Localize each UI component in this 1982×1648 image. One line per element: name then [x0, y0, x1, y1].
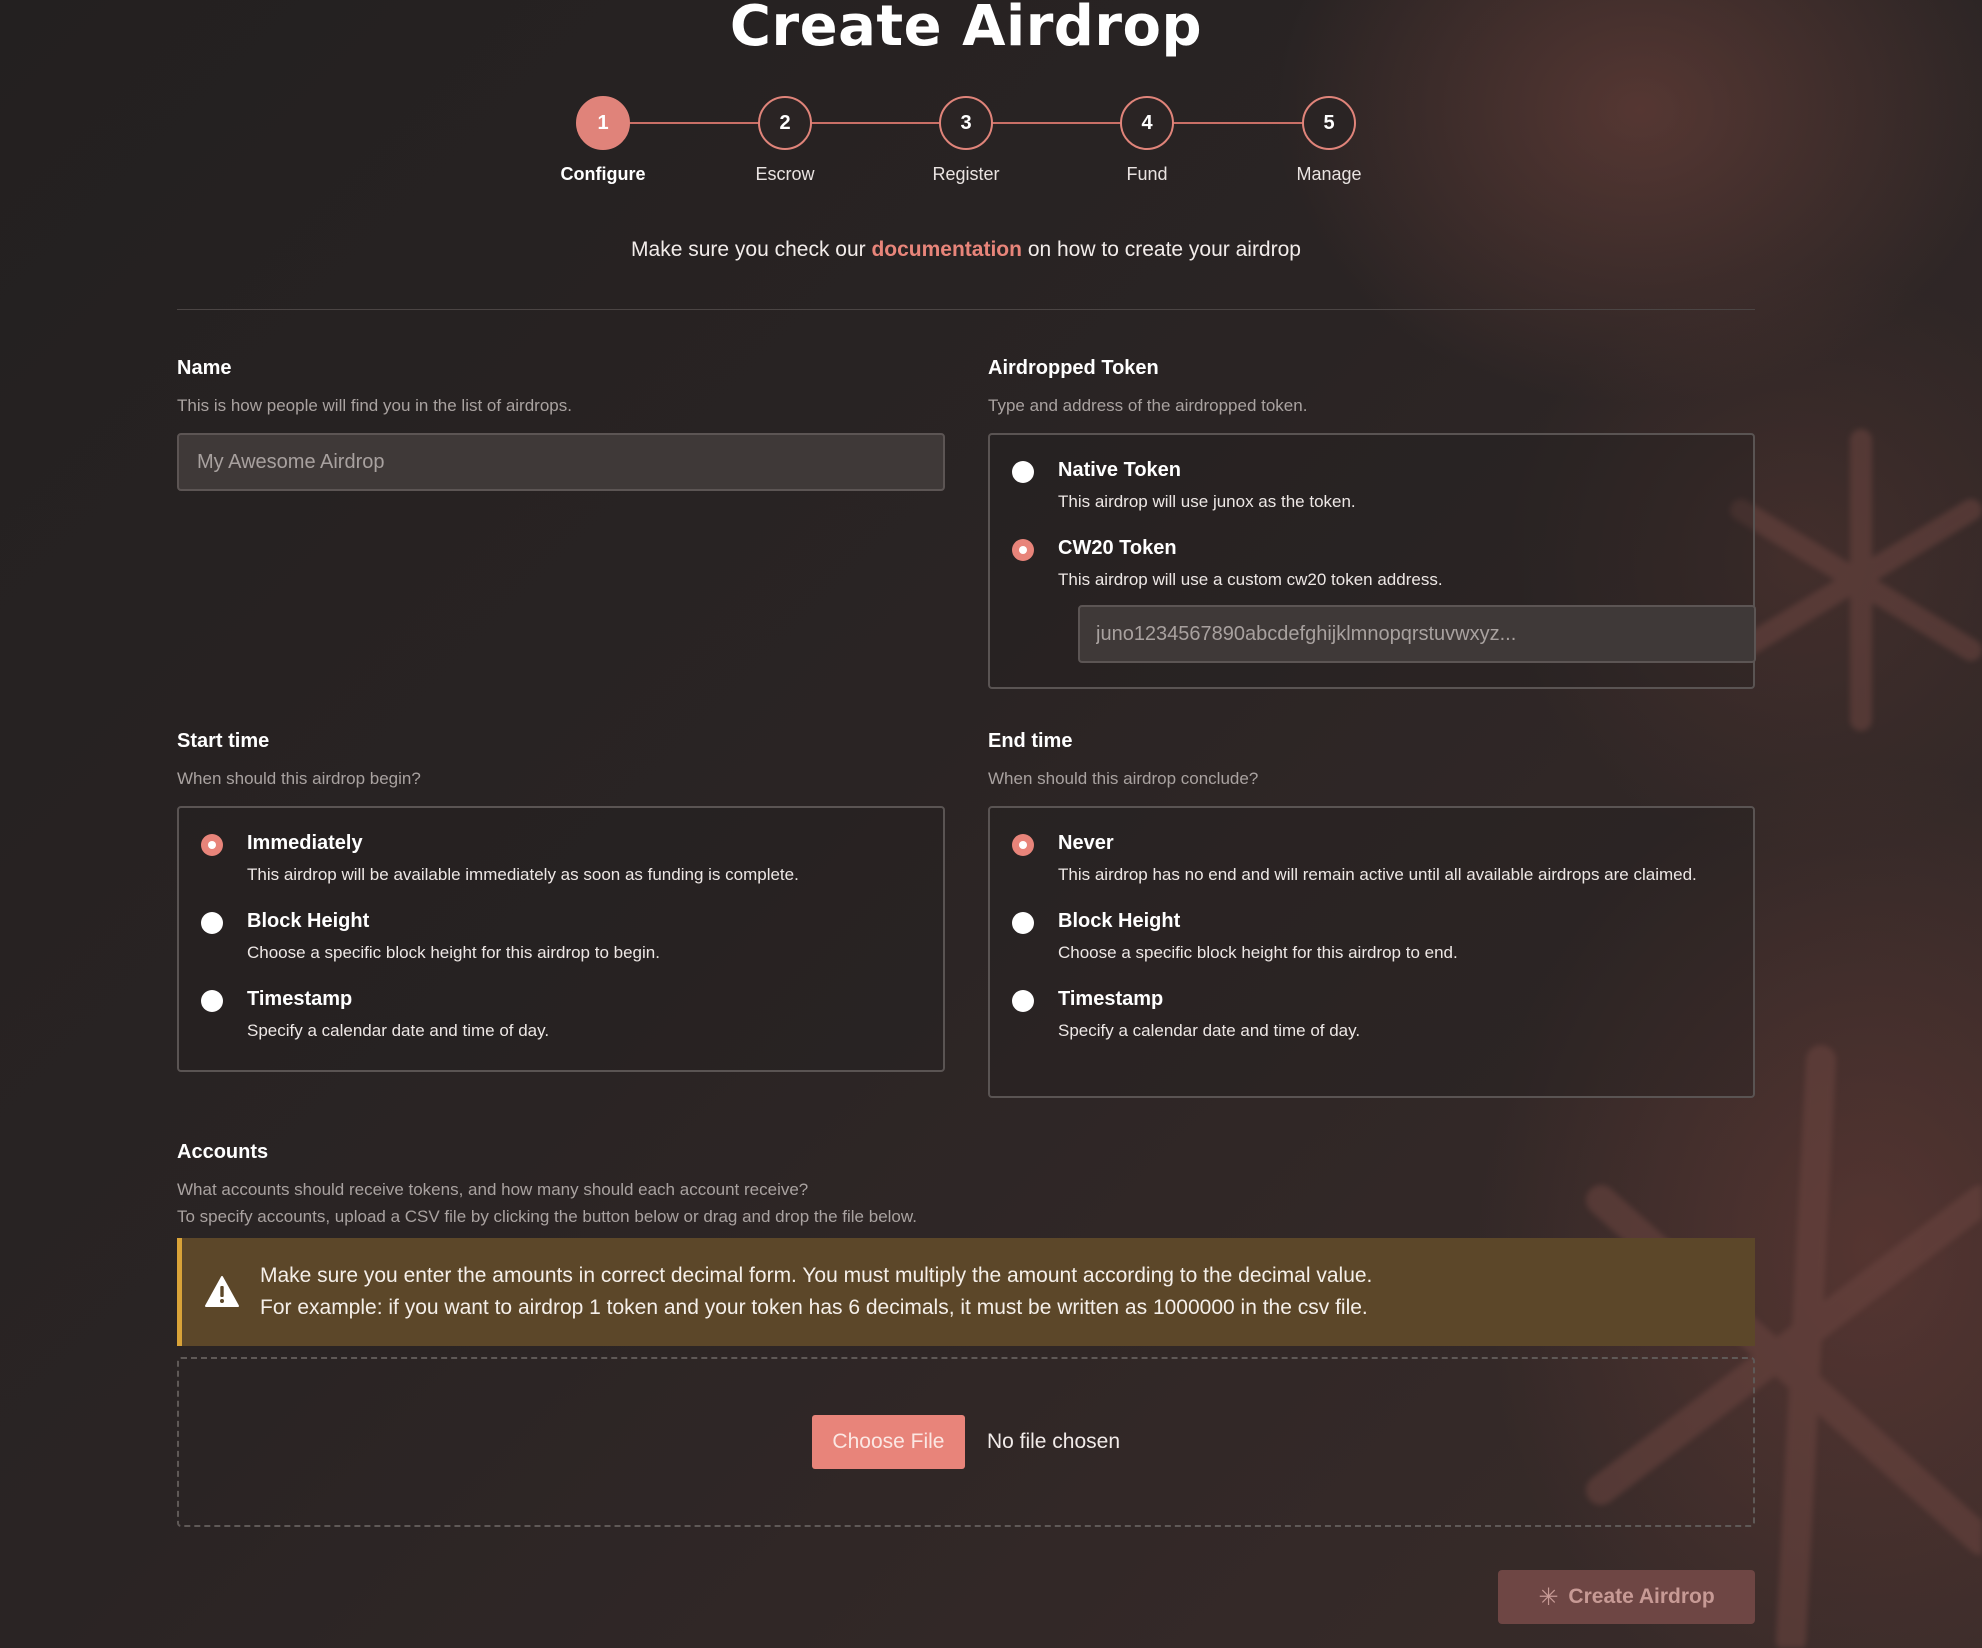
- create-airdrop-button[interactable]: ✳ Create Airdrop: [1498, 1570, 1755, 1624]
- radio-cw20-token[interactable]: [1012, 539, 1034, 561]
- end-time-description: When should this airdrop conclude?: [988, 769, 1259, 788]
- step-label: Configure: [560, 164, 646, 184]
- progress-stepper: 1 Configure 2 Escrow 3 Register 4 Fund 5…: [177, 96, 1755, 196]
- end-time-options-box: Never This airdrop has no end and will r…: [988, 806, 1755, 1098]
- option-title: Never: [1058, 832, 1114, 854]
- name-title: Name: [177, 357, 232, 379]
- option-description: Specify a calendar date and time of day.: [1058, 1021, 1361, 1040]
- option-title: Timestamp: [1058, 988, 1164, 1010]
- token-title: Airdropped Token: [988, 357, 1159, 379]
- start-time-description: When should this airdrop begin?: [177, 769, 421, 788]
- option-title: Block Height: [1058, 910, 1181, 932]
- accounts-description-line2: To specify accounts, upload a CSV file b…: [177, 1207, 917, 1226]
- step-configure[interactable]: 1 Configure: [533, 96, 673, 185]
- step-label: Fund: [1126, 164, 1168, 184]
- step-register[interactable]: 3 Register: [896, 96, 1036, 185]
- accounts-description: What accounts should receive tokens, and…: [177, 1176, 1755, 1230]
- start-time-title: Start time: [177, 730, 270, 752]
- option-description: Choose a specific block height for this …: [247, 943, 660, 962]
- token-description: Type and address of the airdropped token…: [988, 396, 1308, 415]
- option-start-timestamp[interactable]: Timestamp Specify a calendar date and ti…: [201, 988, 921, 1044]
- step-number: 4: [1120, 96, 1174, 150]
- accounts-section: Accounts What accounts should receive to…: [177, 1141, 1755, 1230]
- name-section: Name This is how people will find you in…: [177, 357, 945, 491]
- start-time-options-box: Immediately This airdrop will be availab…: [177, 806, 945, 1072]
- option-description: This airdrop will use junox as the token…: [1058, 492, 1356, 511]
- option-end-never[interactable]: Never This airdrop has no end and will r…: [1012, 832, 1731, 888]
- file-status: No file chosen: [986, 1430, 1121, 1453]
- end-time-section: End time When should this airdrop conclu…: [988, 730, 1755, 1098]
- step-number: 5: [1302, 96, 1356, 150]
- accounts-title: Accounts: [177, 1141, 269, 1163]
- airdrop-name-input[interactable]: [177, 433, 945, 491]
- token-options-box: Native Token This airdrop will use junox…: [988, 433, 1756, 689]
- start-time-section: Start time When should this airdrop begi…: [177, 730, 945, 1072]
- option-title: Timestamp: [247, 988, 353, 1010]
- csv-dropzone[interactable]: Choose File No file chosen: [177, 1357, 1755, 1527]
- radio-native-token[interactable]: [1012, 461, 1034, 483]
- radio-end-timestamp[interactable]: [1012, 990, 1034, 1012]
- option-description: This airdrop will use a custom cw20 toke…: [1058, 570, 1443, 589]
- name-description: This is how people will find you in the …: [177, 396, 572, 415]
- warning-line1: Make sure you enter the amounts in corre…: [260, 1264, 1373, 1287]
- option-title: Immediately: [247, 832, 363, 854]
- accounts-description-line1: What accounts should receive tokens, and…: [177, 1180, 809, 1199]
- option-description: This airdrop has no end and will remain …: [1058, 865, 1697, 884]
- warning-text: Make sure you enter the amounts in corre…: [260, 1260, 1372, 1324]
- warning-triangle-icon: [205, 1276, 239, 1307]
- end-time-title: End time: [988, 730, 1073, 752]
- section-divider: [177, 309, 1755, 310]
- option-title: Native Token: [1058, 459, 1181, 481]
- step-label: Register: [932, 164, 1000, 184]
- step-number: 3: [939, 96, 993, 150]
- option-end-block-height[interactable]: Block Height Choose a specific block hei…: [1012, 910, 1731, 966]
- option-native-token[interactable]: Native Token This airdrop will use junox…: [1012, 459, 1731, 515]
- step-fund[interactable]: 4 Fund: [1077, 96, 1217, 185]
- step-number: 2: [758, 96, 812, 150]
- radio-start-block-height[interactable]: [201, 912, 223, 934]
- choose-file-button[interactable]: Choose File: [811, 1415, 965, 1469]
- option-description: Choose a specific block height for this …: [1058, 943, 1458, 962]
- token-section: Airdropped Token Type and address of the…: [988, 357, 1756, 689]
- cw20-address-input[interactable]: [1078, 605, 1756, 663]
- option-cw20-token[interactable]: CW20 Token This airdrop will use a custo…: [1012, 537, 1731, 593]
- option-description: Specify a calendar date and time of day.: [247, 1021, 550, 1040]
- step-number: 1: [576, 96, 630, 150]
- intro-suffix: on how to create your airdrop: [1027, 238, 1301, 261]
- page-title: Create Airdrop: [729, 0, 1203, 59]
- radio-start-immediately[interactable]: [201, 834, 223, 856]
- radio-start-timestamp[interactable]: [201, 990, 223, 1012]
- radio-end-block-height[interactable]: [1012, 912, 1034, 934]
- step-label: Manage: [1296, 164, 1362, 184]
- option-end-timestamp[interactable]: Timestamp Specify a calendar date and ti…: [1012, 988, 1731, 1044]
- step-manage[interactable]: 5 Manage: [1259, 96, 1399, 185]
- option-start-block-height[interactable]: Block Height Choose a specific block hei…: [201, 910, 921, 966]
- option-title: CW20 Token: [1058, 537, 1177, 559]
- warning-line2: For example: if you want to airdrop 1 to…: [260, 1296, 1368, 1319]
- documentation-link[interactable]: documentation: [871, 238, 1022, 261]
- option-start-immediately[interactable]: Immediately This airdrop will be availab…: [201, 832, 921, 888]
- documentation-notice: Make sure you check our documentation on…: [177, 238, 1755, 262]
- step-escrow[interactable]: 2 Escrow: [715, 96, 855, 185]
- option-description: This airdrop will be available immediate…: [247, 865, 799, 884]
- radio-end-never[interactable]: [1012, 834, 1034, 856]
- create-airdrop-label: Create Airdrop: [1568, 1585, 1715, 1608]
- intro-prefix: Make sure you check our: [631, 238, 866, 261]
- sparkle-icon: ✳: [1538, 1583, 1559, 1611]
- option-title: Block Height: [247, 910, 370, 932]
- decimal-warning-banner: Make sure you enter the amounts in corre…: [177, 1238, 1755, 1346]
- step-label: Escrow: [755, 164, 815, 184]
